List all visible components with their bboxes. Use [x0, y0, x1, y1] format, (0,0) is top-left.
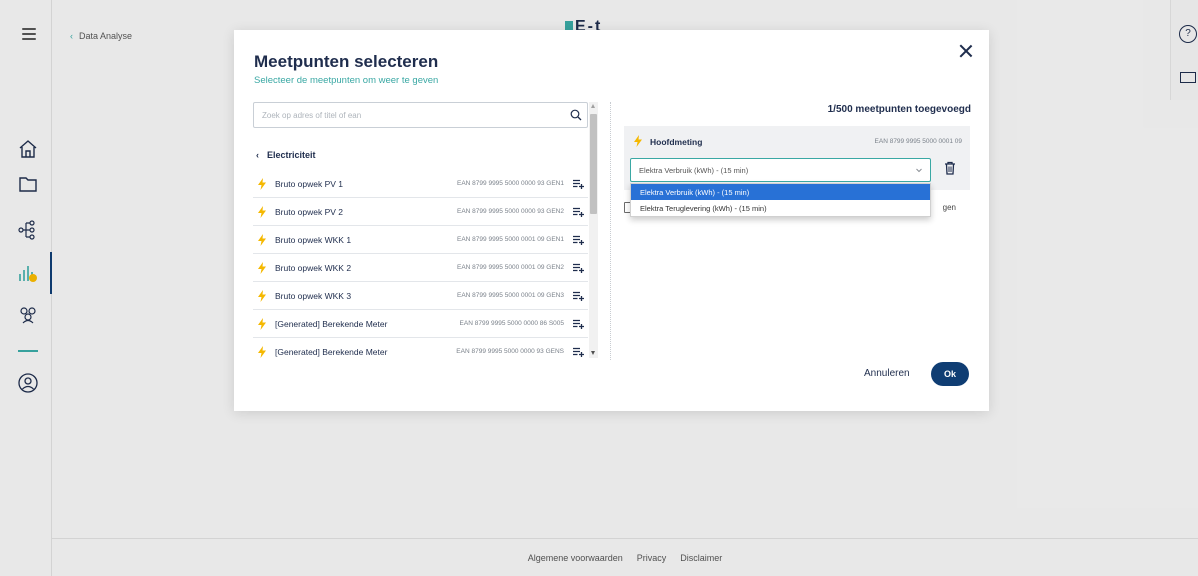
cancel-button[interactable]: Annuleren: [864, 368, 910, 379]
panel-divider: [610, 102, 611, 360]
meetpunt-name: Bruto opwek PV 1: [275, 178, 344, 189]
meetpunt-name: Bruto opwek PV 2: [275, 206, 344, 217]
meetpunt-ean: EAN 8799 9995 5000 0000 86 S005: [459, 320, 564, 327]
checkbox-label: gen: [942, 203, 956, 212]
lightning-icon: [258, 261, 266, 274]
meetpunt-ean: EAN 8799 9995 5000 0001 09 GEN3: [457, 292, 564, 299]
meetpunt-row[interactable]: [Generated] Berekende Meter EAN 8799 9995…: [253, 338, 588, 358]
add-to-list-icon[interactable]: [573, 319, 584, 329]
chevron-down-icon: [916, 168, 922, 173]
meetpunt-name: [Generated] Berekende Meter: [275, 346, 388, 357]
list-scrollbar[interactable]: [589, 102, 598, 358]
close-button[interactable]: [959, 44, 973, 58]
scroll-thumb[interactable]: [590, 114, 597, 214]
meetpunten-list: Bruto opwek PV 1 EAN 8799 9995 5000 0000 …: [253, 170, 588, 358]
add-to-list-icon[interactable]: [573, 179, 584, 189]
meetpunt-row[interactable]: [Generated] Berekende Meter EAN 8799 9995…: [253, 310, 588, 338]
meetpunt-ean: EAN 8799 9995 5000 0001 09 GEN1: [457, 236, 564, 243]
meetpunt-row[interactable]: Bruto opwek WKK 3 EAN 8799 9995 5000 0001…: [253, 282, 588, 310]
selected-meetpunt-title: Hoofdmeting: [650, 137, 703, 147]
modal-title: Meetpunten selecteren: [254, 52, 439, 71]
meetpunt-row[interactable]: Bruto opwek PV 1 EAN 8799 9995 5000 0000 …: [253, 170, 588, 198]
meetpunt-row[interactable]: Bruto opwek WKK 2 EAN 8799 9995 5000 0001…: [253, 254, 588, 282]
lightning-icon: [258, 233, 266, 246]
lightning-icon: [258, 177, 266, 190]
add-to-list-icon[interactable]: [573, 207, 584, 217]
channel-select[interactable]: Elektra Verbruik (kWh) - (15 min): [630, 158, 931, 182]
dropdown-option-verbruik[interactable]: Elektra Verbruik (kWh) - (15 min): [631, 184, 930, 200]
meetpunt-ean: EAN 8799 9995 5000 0000 93 GENS: [456, 348, 564, 355]
meetpunt-row[interactable]: Bruto opwek WKK 1 EAN 8799 9995 5000 0001…: [253, 226, 588, 254]
dropdown-option-teruglevering[interactable]: Elektra Teruglevering (kWh) - (15 min): [631, 200, 930, 216]
meetpunt-name: [Generated] Berekende Meter: [275, 318, 388, 329]
add-to-list-icon[interactable]: [573, 263, 584, 273]
channel-select-value: Elektra Verbruik (kWh) - (15 min): [639, 165, 749, 175]
meetpunt-name: Bruto opwek WKK 2: [275, 262, 352, 273]
meetpunt-ean: EAN 8799 9995 5000 0000 93 GEN2: [457, 208, 564, 215]
meetpunt-name: Bruto opwek WKK 3: [275, 290, 352, 301]
add-to-list-icon[interactable]: [573, 291, 584, 301]
scroll-up-icon[interactable]: [591, 104, 595, 108]
scroll-down-icon[interactable]: [591, 351, 595, 355]
category-label: Electriciteit: [267, 150, 316, 160]
search-icon[interactable]: [565, 104, 587, 126]
channel-dropdown-menu: Elektra Verbruik (kWh) - (15 min) Elektr…: [630, 183, 931, 217]
meetpunt-name: Bruto opwek WKK 1: [275, 234, 352, 245]
modal-subtitle: Selecteer de meetpunten om weer te geven: [254, 75, 439, 86]
lightning-icon: [258, 345, 266, 358]
chevron-left-icon: ‹: [256, 150, 259, 160]
ok-button[interactable]: Ok: [931, 362, 969, 386]
meetpunt-ean: EAN 8799 9995 5000 0000 93 GEN1: [457, 180, 564, 187]
selected-meetpunt-ean: EAN 8799 9995 5000 0001 09: [874, 138, 962, 145]
added-count: 1/500 meetpunten toegevoegd: [827, 104, 971, 115]
add-to-list-icon[interactable]: [573, 347, 584, 357]
meetpunt-row[interactable]: Bruto opwek PV 2 EAN 8799 9995 5000 0000 …: [253, 198, 588, 226]
trash-icon[interactable]: [944, 161, 956, 175]
lightning-icon: [634, 135, 642, 147]
lightning-icon: [258, 317, 266, 330]
meetpunt-ean: EAN 8799 9995 5000 0001 09 GEN2: [457, 264, 564, 271]
select-meetpunten-modal: Meetpunten selecteren Selecteer de meetp…: [234, 30, 989, 411]
add-to-list-icon[interactable]: [573, 235, 584, 245]
search-input[interactable]: [254, 110, 565, 120]
lightning-icon: [258, 289, 266, 302]
search-box: [253, 102, 588, 128]
category-back-electriciteit[interactable]: ‹ Electriciteit: [256, 150, 316, 160]
lightning-icon: [258, 205, 266, 218]
